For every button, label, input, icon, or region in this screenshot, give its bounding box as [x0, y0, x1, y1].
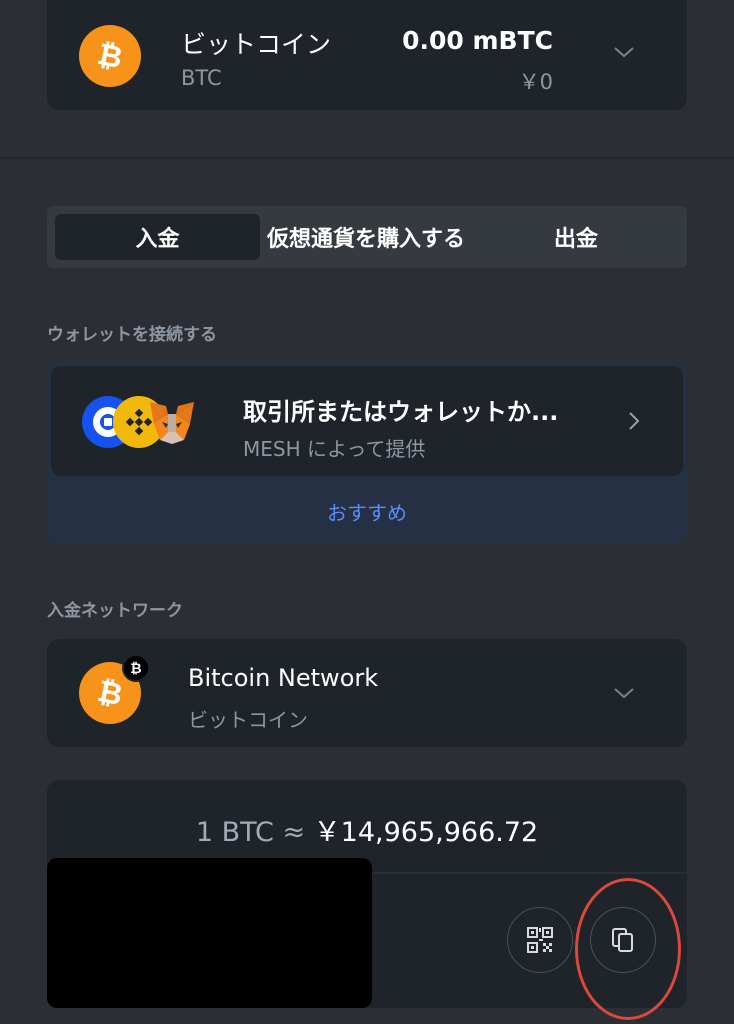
tab-withdraw[interactable]: 出金 — [473, 214, 679, 260]
qr-code-icon — [527, 927, 553, 953]
asset-name: ビットコイン — [181, 30, 332, 59]
exchange-rate-value: ￥14,965,966.72 — [313, 817, 539, 848]
wallet-connect-title: 取引所またはウォレットか... — [243, 398, 559, 426]
network-badge-symbol: ₿ — [130, 660, 142, 677]
chevron-down-icon[interactable] — [612, 44, 636, 64]
asset-symbol: BTC — [181, 66, 222, 90]
exchange-rate-prefix: 1 BTC ≈ — [195, 817, 314, 848]
svg-text:₿: ₿ — [94, 37, 125, 75]
chevron-right-icon — [627, 410, 641, 436]
network-subtitle: ビットコイン — [188, 708, 308, 732]
network-badge-icon: ₿ — [122, 654, 150, 682]
chevron-down-icon[interactable] — [612, 685, 636, 705]
metamask-icon — [144, 394, 200, 450]
qr-code-button[interactable] — [507, 907, 573, 973]
tab-buy-crypto[interactable]: 仮想通貨を購入する — [261, 214, 471, 260]
recommend-label: おすすめ — [327, 501, 407, 525]
divider — [0, 157, 734, 159]
asset-selector[interactable] — [47, 0, 687, 110]
asset-fiat-value: ￥0 — [518, 70, 553, 94]
section-label-connect-wallet: ウォレットを接続する — [47, 325, 217, 345]
svg-text:₿: ₿ — [94, 674, 125, 712]
tab-deposit[interactable]: 入金 — [55, 214, 260, 260]
bitcoin-icon: ₿ — [79, 25, 141, 87]
asset-amount: 0.00 mBTC — [402, 26, 553, 55]
redacted-address — [47, 858, 372, 1008]
network-name: Bitcoin Network — [188, 664, 379, 692]
exchange-rate: 1 BTC ≈ ￥14,965,966.72 — [47, 810, 687, 849]
tab-bar: 入金 仮想通貨を購入する 出金 — [47, 206, 687, 268]
wallet-connect-subtitle: MESH によって提供 — [243, 437, 426, 461]
annotation-circle — [575, 878, 681, 1020]
section-label-deposit-network: 入金ネットワーク — [47, 601, 183, 621]
